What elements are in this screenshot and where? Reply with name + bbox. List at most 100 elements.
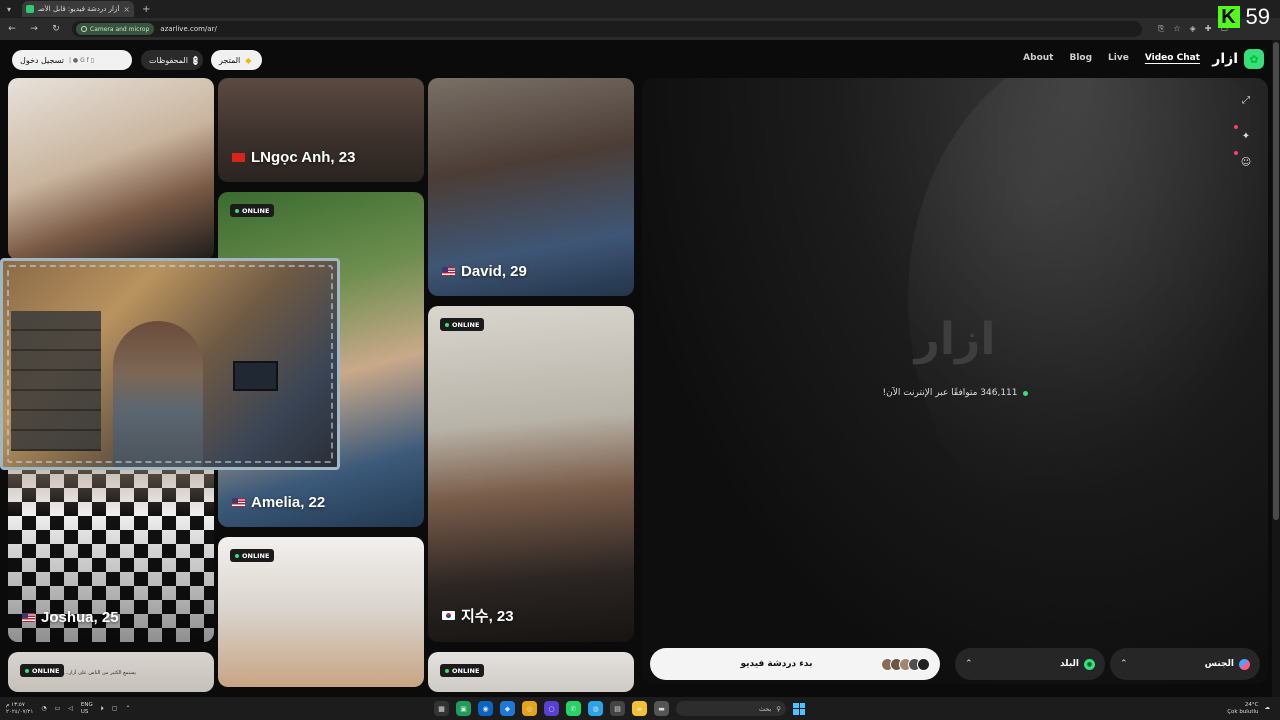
us-flag-icon bbox=[442, 267, 455, 276]
effects-sparkle-icon[interactable]: ✦ bbox=[1234, 125, 1254, 144]
app-icon[interactable]: ▣ bbox=[456, 701, 471, 716]
azar-page: تسجيل دخول | ● G f ▯ المحفوظات ◷ المتجر … bbox=[0, 40, 1280, 697]
app-icon[interactable]: ○ bbox=[544, 701, 559, 716]
store-button[interactable]: المتجر ◆ bbox=[211, 50, 262, 70]
chevron-up-icon: ⌃ bbox=[1120, 659, 1128, 669]
nav-blog[interactable]: Blog bbox=[1069, 53, 1092, 63]
language-indicator[interactable]: ENG US bbox=[81, 702, 93, 716]
edge-icon[interactable]: ◉ bbox=[478, 701, 493, 716]
clock[interactable]: ١٣:٥٧ م ٢٠٢٤/٠٧/٢١ bbox=[6, 702, 33, 716]
gender-filter[interactable]: ⌃ الجنس bbox=[1110, 648, 1260, 680]
profile-card[interactable]: LNgọc Anh, 23 bbox=[218, 78, 424, 182]
bookmark-star-icon[interactable]: ☆ bbox=[1173, 24, 1180, 34]
start-video-chat-button[interactable]: بدء دردشة فيديو bbox=[650, 648, 940, 680]
online-badge: ONLINE bbox=[440, 318, 485, 331]
profile-card[interactable]: ONLINE bbox=[218, 537, 424, 687]
tab-close-icon[interactable]: × bbox=[123, 5, 130, 14]
shield-icon[interactable]: ◈ bbox=[1190, 24, 1196, 34]
keyboard-layout: US bbox=[80, 708, 89, 715]
notification-dot bbox=[1234, 125, 1238, 129]
login-provider-icons: | ● G f ▯ bbox=[69, 56, 94, 64]
us-flag-icon bbox=[232, 498, 245, 507]
whatsapp-icon[interactable]: ✆ bbox=[566, 701, 581, 716]
url-text[interactable]: azarlive.com/ar/ bbox=[160, 25, 217, 33]
saved-button[interactable]: المحفوظات ◷ bbox=[141, 50, 203, 70]
profile-card[interactable] bbox=[8, 78, 214, 260]
microphone-icon[interactable]: ⏵ bbox=[101, 705, 104, 713]
reload-icon[interactable]: ↻ bbox=[50, 24, 62, 34]
browser-tab[interactable]: أزار دردشة فيديو: قابل الأصدقاء × bbox=[22, 1, 134, 17]
avatar-stack bbox=[881, 657, 930, 671]
nav-live[interactable]: Live bbox=[1108, 53, 1129, 63]
back-icon[interactable]: ← bbox=[6, 24, 18, 34]
windows-taskbar: ١٣:٥٧ م ٢٠٢٤/٠٧/٢١ ◔ ▭ ◁ ENG US ⏵ ▢ ⌃ ▦ … bbox=[0, 697, 1280, 720]
forward-icon[interactable]: → bbox=[28, 24, 40, 34]
card-label: Amelia, 22 bbox=[232, 494, 325, 511]
address-bar[interactable]: Camera and microp azarlive.com/ar/ bbox=[72, 21, 1142, 37]
online-badge: ONLINE bbox=[230, 204, 275, 217]
online-dot-icon bbox=[25, 668, 29, 673]
brand-name: ازار bbox=[1212, 51, 1238, 67]
nav-about[interactable]: About bbox=[1023, 53, 1053, 63]
new-tab-button[interactable]: + bbox=[142, 4, 150, 15]
weather-widget[interactable]: 24°C Çok bulutlu ☁ bbox=[1227, 702, 1270, 716]
online-badge-label: ONLINE bbox=[452, 320, 480, 329]
card-label: 지수, 23 bbox=[442, 605, 514, 626]
card-label: Joshua, 25 bbox=[22, 609, 119, 626]
card-name: 지수, 23 bbox=[461, 608, 514, 625]
browser-tab-bar: ▾ أزار دردشة فيديو: قابل الأصدقاء × + bbox=[0, 0, 1280, 18]
browser-toolbar: ← → ↻ Camera and microp azarlive.com/ar/… bbox=[0, 18, 1280, 40]
azar-favicon-icon bbox=[26, 5, 34, 13]
shield-app-icon[interactable]: ◆ bbox=[500, 701, 515, 716]
taskbar-search[interactable]: بحث ⚲ bbox=[676, 701, 786, 716]
card-caption: يستمع الكثير من الناس على أزار... bbox=[64, 670, 137, 676]
fullscreen-icon[interactable]: ⤢ bbox=[1238, 92, 1254, 108]
vietnam-flag-icon bbox=[232, 153, 245, 162]
extensions-icon[interactable]: ✚ bbox=[1205, 24, 1212, 34]
tab-list-icon[interactable]: ▾ bbox=[0, 0, 18, 18]
profile-card[interactable]: David, 29 bbox=[428, 78, 634, 296]
profile-card[interactable]: ONLINE يستمع الكثير من الناس على أزار... bbox=[8, 652, 214, 692]
gem-icon: ◆ bbox=[245, 55, 252, 65]
scrollbar-thumb[interactable] bbox=[1273, 42, 1279, 520]
login-button[interactable]: تسجيل دخول | ● G f ▯ bbox=[12, 50, 132, 70]
profile-card[interactable]: ONLINE 지수, 23 bbox=[428, 306, 634, 642]
file-explorer-icon[interactable]: ▰ bbox=[632, 701, 647, 716]
profile-card[interactable]: ONLINE bbox=[428, 652, 634, 692]
country-filter[interactable]: ⌃ البلد ● bbox=[955, 648, 1105, 680]
online-dot-icon bbox=[235, 208, 239, 213]
chrome-icon[interactable]: ◎ bbox=[522, 701, 537, 716]
online-count: 346,111 متوافقًا عبر الإنترنت الآن! bbox=[642, 388, 1268, 398]
app-icon[interactable]: ▬ bbox=[654, 701, 669, 716]
tray-overflow-icon[interactable]: ⌃ bbox=[125, 705, 130, 712]
main-nav: About Blog Live Video Chat bbox=[1023, 53, 1200, 63]
profile-card[interactable]: Joshua, 25 bbox=[8, 460, 214, 642]
notification-icon[interactable]: ◔ bbox=[41, 705, 46, 712]
korea-flag-icon bbox=[442, 611, 455, 620]
app-icon[interactable]: ◍ bbox=[588, 701, 603, 716]
card-name: LNgọc Anh, 23 bbox=[251, 149, 356, 166]
camera-permission-chip[interactable]: Camera and microp bbox=[76, 23, 155, 35]
display-icon[interactable]: ▢ bbox=[112, 705, 118, 712]
filter-face-icon[interactable]: ☺ bbox=[1234, 151, 1254, 170]
camera-icon bbox=[81, 26, 87, 32]
system-tray: ١٣:٥٧ م ٢٠٢٤/٠٧/٢١ ◔ ▭ ◁ ENG US ⏵ ▢ ⌃ bbox=[6, 702, 130, 716]
nav-video-chat[interactable]: Video Chat bbox=[1145, 53, 1200, 63]
network-icon[interactable]: ▭ bbox=[55, 705, 61, 712]
app-icon[interactable]: ▦ bbox=[434, 701, 449, 716]
card-name: Amelia, 22 bbox=[251, 494, 326, 511]
card-label: LNgọc Anh, 23 bbox=[232, 149, 355, 166]
online-badge: ONLINE bbox=[20, 664, 65, 677]
weather-temp: 24°C bbox=[1244, 701, 1259, 708]
brand-logo[interactable]: ازار ✿ bbox=[1212, 49, 1264, 69]
online-dot-icon bbox=[445, 668, 449, 673]
windows-start-icon[interactable] bbox=[793, 702, 805, 715]
app-icon[interactable]: ▤ bbox=[610, 701, 625, 716]
start-video-chat-label: بدء دردشة فيديو bbox=[740, 659, 813, 669]
volume-icon[interactable]: ◁ bbox=[68, 705, 73, 712]
page-scrollbar[interactable] bbox=[1272, 40, 1280, 697]
online-badge-label: ONLINE bbox=[242, 551, 270, 560]
azar-watermark: ازار bbox=[914, 314, 996, 365]
install-icon[interactable]: ⎘ bbox=[1158, 24, 1164, 34]
search-icon: ⚲ bbox=[776, 704, 781, 713]
